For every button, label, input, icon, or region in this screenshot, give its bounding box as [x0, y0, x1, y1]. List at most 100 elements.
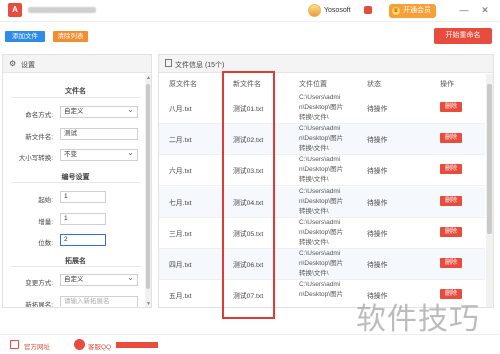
add-files-button[interactable]: 添加文件: [5, 31, 45, 42]
clear-list-button[interactable]: 清除列表: [53, 31, 88, 42]
file-location-line: C:\Users\admi: [299, 156, 341, 164]
table-row[interactable]: 二月.txt 测试02.txt C:\Users\admi n\Desktop\图片转…: [159, 124, 485, 156]
new-ext-label: 新拓展名:: [25, 302, 53, 308]
close-icon[interactable]: ✕: [480, 5, 490, 15]
file-location-line: n\Desktop\图片: [299, 291, 344, 299]
file-location-line: 转换\文件\: [299, 145, 329, 153]
scroll-up-icon[interactable]: ▲: [146, 75, 151, 81]
column-header-status: 状态: [367, 81, 381, 88]
file-location: C:\Users\admi n\Desktop\图片 转换\文件\: [299, 93, 359, 123]
start-rename-button[interactable]: 开始重命名: [434, 28, 492, 44]
file-location-line: C:\Users\admi: [299, 187, 341, 195]
file-list-scrollbar[interactable]: [486, 74, 493, 307]
file-location-line: 转换\文件\: [299, 176, 329, 184]
file-location-line: n\Desktop\图片: [299, 260, 344, 267]
status-text: 待操作: [367, 168, 388, 176]
vip-button[interactable]: ♛ 开通会员: [389, 4, 436, 18]
file-location-line: n\Desktop\图片: [299, 104, 344, 111]
table-row[interactable]: 七月.txt 测试04.txt C:\Users\admi n\Desktop\图片转…: [159, 186, 485, 218]
original-filename: 八月.txt: [169, 106, 192, 113]
user-avatar[interactable]: [308, 4, 321, 17]
watermark: 软件技巧: [356, 302, 480, 337]
original-filename: 七月.txt: [169, 199, 192, 207]
status-text: 待操作: [367, 106, 388, 113]
ext-mode-select[interactable]: 自定义: [60, 273, 138, 286]
settings-header: ⚙ 设置: [3, 55, 151, 73]
document-icon: [165, 59, 172, 67]
file-location-line: C:\Users\admi: [299, 125, 341, 133]
file-location-line: n\Desktop\图片: [299, 166, 344, 174]
column-header-original: 原文件名: [169, 81, 197, 88]
qq-icon: [74, 339, 85, 350]
file-location-line: C:\Users\admi: [299, 218, 341, 226]
new-name-input[interactable]: 测试: [60, 128, 138, 140]
digits-input[interactable]: 2: [60, 234, 106, 246]
naming-mode-select[interactable]: 自定义: [60, 105, 138, 118]
minimize-icon[interactable]: —: [459, 5, 469, 15]
settings-scrollbar[interactable]: ▲ ▼: [145, 74, 151, 307]
delete-button[interactable]: 删除: [440, 226, 462, 237]
delete-button[interactable]: 删除: [440, 164, 462, 175]
table-row[interactable]: 八月.txt 测试01.txt C:\Users\admi n\Desktop\图片转…: [159, 93, 485, 124]
file-list-panel: 文件信息 (15个) 原文件名 新文件名 文件位置 状态 操作 八月.txt 测试…: [158, 54, 494, 308]
delete-button[interactable]: 删除: [440, 102, 462, 112]
new-filename: 测试06.txt: [233, 262, 264, 269]
delete-button[interactable]: 删除: [440, 195, 462, 206]
new-filename: 测试02.txt: [233, 137, 264, 145]
file-location-line: n\Desktop\图片: [299, 197, 344, 205]
table-row[interactable]: 六月.txt 测试03.txt C:\Users\admi n\Desktop\图片转…: [159, 155, 485, 187]
column-header-new-name: 新文件名: [233, 81, 261, 88]
case-select[interactable]: 不变: [60, 148, 138, 161]
file-location-line: n\Desktop\图片: [299, 135, 344, 143]
qq-number-redacted: [116, 342, 158, 348]
table-row[interactable]: 四月.txt 测试06.txt C:\Users\admi n\Desktop\图片转…: [159, 249, 485, 280]
new-filename: 测试05.txt: [233, 230, 264, 238]
new-filename: 测试04.txt: [233, 199, 264, 207]
file-list-header: 文件信息 (15个): [159, 55, 493, 73]
file-location: C:\Users\admi n\Desktop\图片 转换\文件\: [299, 187, 359, 217]
file-location-line: 转换\文件\: [299, 238, 329, 246]
divider: [11, 182, 141, 183]
website-icon: [10, 340, 19, 349]
increment-label: 增量:: [38, 219, 53, 226]
file-location: C:\Users\admi n\Desktop\图片 转换\文件\: [299, 218, 359, 248]
scroll-down-icon[interactable]: ▼: [146, 301, 151, 307]
app-title-redacted: [28, 7, 96, 13]
case-label: 大小写转换:: [18, 155, 53, 162]
file-location-line: C:\Users\admi: [299, 250, 341, 257]
naming-mode-label: 命名方式:: [25, 112, 53, 119]
start-number-input[interactable]: 1: [60, 191, 106, 203]
original-filename: 四月.txt: [169, 262, 192, 269]
user-badge-icon: [364, 6, 372, 14]
file-location-line: 转换\文件\: [299, 207, 329, 215]
support-qq-link[interactable]: 客服QQ: [88, 341, 111, 351]
increment-input[interactable]: 1: [60, 213, 106, 225]
file-location: C:\Users\admi n\Desktop\图片: [299, 280, 359, 300]
delete-button[interactable]: 删除: [440, 258, 462, 268]
file-location-line: C:\Users\admi: [299, 94, 341, 101]
column-header-action: 操作: [440, 81, 454, 88]
app-logo-icon: A: [8, 3, 22, 17]
status-text: 待操作: [367, 230, 388, 238]
new-filename: 测试07.txt: [233, 293, 264, 301]
delete-button[interactable]: 删除: [440, 133, 462, 144]
file-location-line: C:\Users\admi: [299, 281, 341, 289]
column-header-location: 文件位置: [299, 81, 327, 88]
divider: [11, 266, 141, 267]
section-title-numbering: 编号设置: [61, 174, 90, 181]
section-title-extension: 拓展名: [65, 258, 86, 265]
new-name-label: 新文件名:: [25, 134, 53, 141]
original-filename: 二月.txt: [169, 137, 192, 145]
status-text: 待操作: [367, 199, 388, 207]
file-location: C:\Users\admi n\Desktop\图片 转换\文件\: [299, 155, 359, 185]
user-name[interactable]: Yososoft: [324, 7, 351, 14]
file-location: C:\Users\admi n\Desktop\图片 转换\文件\: [299, 249, 359, 279]
official-site-link[interactable]: 官方网址: [24, 341, 50, 351]
scroll-thumb[interactable]: [487, 84, 492, 234]
original-filename: 六月.txt: [169, 168, 192, 176]
digits-label: 位数:: [38, 240, 53, 247]
new-filename: 测试01.txt: [233, 106, 264, 113]
scroll-thumb[interactable]: [146, 84, 150, 289]
new-ext-input[interactable]: 请输入新拓展名: [60, 296, 138, 307]
table-row[interactable]: 三月.txt 测试05.txt C:\Users\admi n\Desktop\图片转…: [159, 218, 485, 249]
